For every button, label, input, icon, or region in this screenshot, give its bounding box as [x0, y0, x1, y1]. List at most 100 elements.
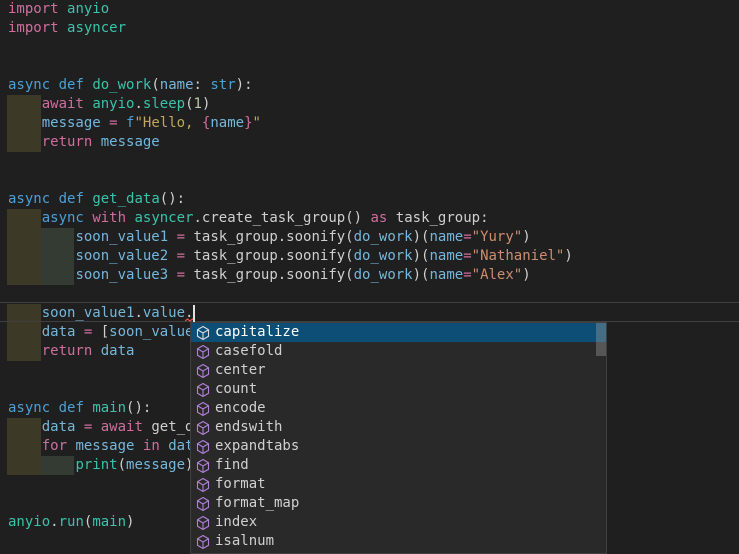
- code-token: (: [185, 96, 193, 112]
- code-token: [8, 210, 42, 226]
- code-token: do_work: [92, 77, 151, 93]
- code-line: async def get_data():: [0, 190, 739, 209]
- code-token: asyncer: [134, 210, 193, 226]
- symbol-method-icon: [195, 515, 211, 531]
- code-token: def: [59, 400, 84, 416]
- code-line: import anyio: [0, 0, 739, 19]
- code-line: soon_value3 = task_group.soonify(do_work…: [0, 266, 739, 285]
- code-token: data: [42, 324, 76, 340]
- code-token: [168, 229, 176, 245]
- code-token: get_data: [92, 191, 159, 207]
- code-token: name: [429, 248, 463, 264]
- completion-item[interactable]: index: [191, 513, 606, 532]
- code-token: [92, 134, 100, 150]
- code-token: async: [8, 77, 50, 93]
- code-token: message: [101, 134, 160, 150]
- completion-item-label: center: [215, 361, 266, 380]
- code-line: [0, 285, 739, 304]
- code-line: soon_value1 = task_group.soonify(do_work…: [0, 228, 739, 247]
- code-token: return: [42, 134, 93, 150]
- code-token: [8, 134, 42, 150]
- code-token: [75, 419, 83, 435]
- symbol-method-icon: [195, 458, 211, 474]
- code-token: ): [522, 267, 530, 283]
- code-line: import asyncer: [0, 19, 739, 38]
- code-token: task_group:: [387, 210, 488, 226]
- code-token: await: [101, 419, 143, 435]
- code-token: import: [8, 1, 59, 17]
- code-token: [160, 438, 168, 454]
- code-token: do_work: [354, 248, 413, 264]
- symbol-method-icon: [195, 401, 211, 417]
- completion-item-label: encode: [215, 399, 266, 418]
- completion-dropdown[interactable]: capitalizecasefoldcentercountencodeendsw…: [190, 322, 607, 554]
- code-line: async with asyncer.create_task_group() a…: [0, 209, 739, 228]
- code-token: name: [429, 229, 463, 245]
- code-token: print: [75, 457, 117, 473]
- code-token: return: [42, 343, 93, 359]
- code-token: do_work: [354, 267, 413, 283]
- completion-item[interactable]: find: [191, 456, 606, 475]
- code-line: soon_value1.value.: [0, 304, 739, 323]
- completion-item-label: index: [215, 513, 257, 532]
- code-token: =: [177, 229, 185, 245]
- completion-item[interactable]: encode: [191, 399, 606, 418]
- code-token: task_group.soonify(: [185, 248, 354, 264]
- completion-item-label: capitalize: [215, 323, 299, 342]
- code-token: [75, 324, 83, 340]
- symbol-method-icon: [195, 534, 211, 550]
- code-token: "Nathaniel": [472, 248, 565, 264]
- code-token: .: [134, 96, 142, 112]
- code-token: with: [92, 210, 126, 226]
- code-token: soon_value1: [75, 229, 168, 245]
- code-token: [92, 343, 100, 359]
- code-token: sleep: [143, 96, 185, 112]
- code-token: name: [210, 115, 244, 131]
- symbol-method-icon: [195, 363, 211, 379]
- code-token: )(: [413, 248, 430, 264]
- code-token: [8, 248, 75, 264]
- completion-item-label: casefold: [215, 342, 282, 361]
- completion-item[interactable]: center: [191, 361, 606, 380]
- code-token: [134, 438, 142, 454]
- code-token: =: [109, 115, 117, 131]
- completion-item[interactable]: count: [191, 380, 606, 399]
- code-token: =: [463, 229, 471, 245]
- symbol-method-icon: [195, 439, 211, 455]
- code-line: [0, 57, 739, 76]
- completion-item[interactable]: isalnum: [191, 532, 606, 551]
- completion-item[interactable]: capitalize: [191, 323, 606, 342]
- completion-item[interactable]: casefold: [191, 342, 606, 361]
- symbol-method-icon: [195, 325, 211, 341]
- completion-item[interactable]: format: [191, 475, 606, 494]
- completion-item-label: find: [215, 456, 249, 475]
- code-token: .: [134, 305, 142, 321]
- code-line: async def do_work(name: str):: [0, 76, 739, 95]
- code-token: async: [42, 210, 84, 226]
- code-token: in: [143, 438, 160, 454]
- code-token: .create_task_group(): [193, 210, 370, 226]
- code-line: await anyio.sleep(1): [0, 95, 739, 114]
- completion-item[interactable]: format_map: [191, 494, 606, 513]
- code-token: soon_value: [109, 324, 193, 340]
- code-line: soon_value2 = task_group.soonify(do_work…: [0, 247, 739, 266]
- code-line: message = f"Hello, {name}": [0, 114, 739, 133]
- code-token: [8, 343, 42, 359]
- code-token: asyncer: [67, 20, 126, 36]
- code-token: }: [244, 115, 252, 131]
- symbol-method-icon: [195, 496, 211, 512]
- symbol-method-icon: [195, 420, 211, 436]
- code-token: ():: [126, 400, 151, 416]
- code-token: await: [42, 96, 84, 112]
- code-token: [8, 229, 75, 245]
- code-token: [59, 20, 67, 36]
- code-token: ): [202, 96, 210, 112]
- completion-item[interactable]: endswith: [191, 418, 606, 437]
- completion-scrollbar-thumb[interactable]: [596, 323, 606, 356]
- code-token: [168, 248, 176, 264]
- code-editor[interactable]: import anyioimport asyncer async def do_w…: [0, 0, 739, 554]
- code-token: ):: [236, 77, 253, 93]
- completion-item[interactable]: expandtabs: [191, 437, 606, 456]
- code-token: task_group.soonify(: [185, 229, 354, 245]
- code-token: run: [59, 514, 84, 530]
